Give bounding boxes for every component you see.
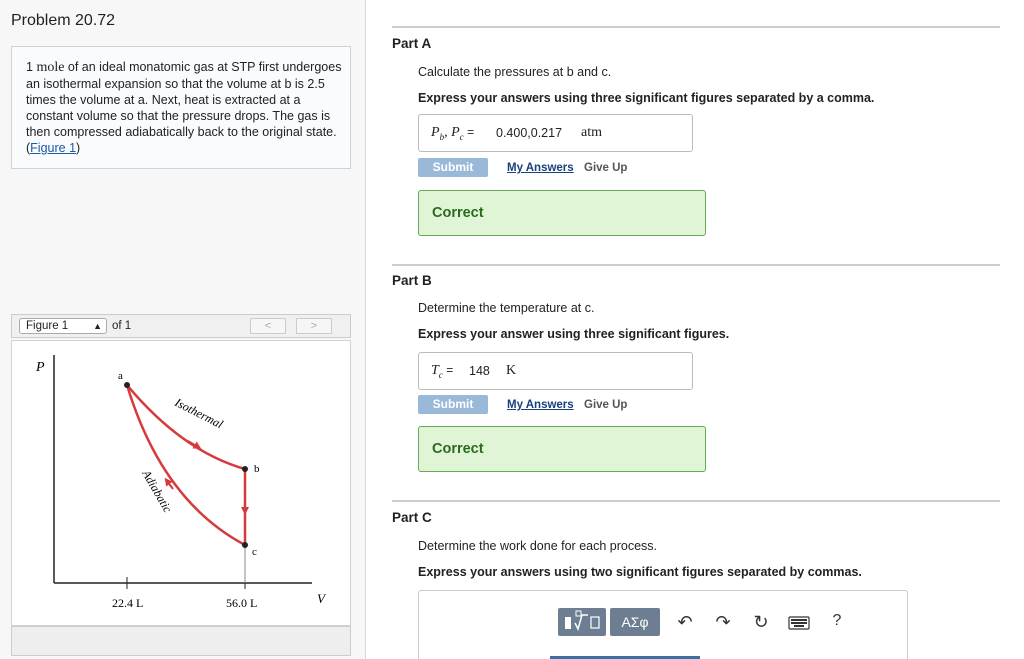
point-a	[124, 382, 130, 388]
figure-panel: P V a b c 22.4 L 56.0 L Isothermal Adiab…	[11, 340, 351, 626]
template-glyph	[565, 610, 600, 632]
problem-text-prefix: 1	[26, 60, 37, 74]
point-c	[242, 542, 248, 548]
part-a-instruction: Express your answers using three signifi…	[418, 91, 875, 105]
point-a-label: a	[118, 370, 123, 382]
help-button[interactable]: ?	[826, 612, 848, 630]
figure-prev-button[interactable]: <	[250, 318, 286, 334]
part-a-answer-field[interactable]: Pb, Pc = 0.400,0.217 atm	[418, 114, 693, 152]
keyboard-glyph	[788, 616, 810, 630]
part-a-label[interactable]: Part A	[392, 36, 431, 51]
figure-toolbar: Figure 1 ▲︎ of 1 < >	[11, 314, 351, 338]
part-b-divider	[392, 264, 1000, 266]
part-a-unit: atm	[581, 125, 602, 140]
part-b-my-answers-link[interactable]: My Answers	[507, 399, 574, 411]
tick-label-1: 22.4 L	[112, 596, 143, 610]
undo-icon[interactable]: ↶	[674, 612, 696, 633]
figure-footer	[11, 626, 351, 656]
problem-text-mole: mole	[36, 60, 65, 75]
part-a-give-up-link[interactable]: Give Up	[584, 162, 627, 174]
part-b-variable: Tc =	[431, 363, 454, 380]
part-a-question: Calculate the pressures at b and c.	[418, 65, 612, 79]
part-a-status-box: Correct	[418, 190, 706, 236]
problem-statement: 1 mole of an ideal monatomic gas at STP …	[26, 59, 346, 156]
tick-label-2: 56.0 L	[226, 596, 257, 610]
part-a-my-answers-link[interactable]: My Answers	[507, 162, 574, 174]
v-axis-label: V	[317, 591, 327, 606]
part-c-label[interactable]: Part C	[392, 510, 432, 525]
template-icon[interactable]	[558, 608, 606, 636]
figure-count: of 1	[112, 320, 132, 332]
figure-next-button[interactable]: >	[296, 318, 332, 334]
updown-arrow-icon: ▲︎	[93, 321, 102, 331]
isothermal-curve	[126, 384, 246, 471]
part-c-instruction: Express your answers using two significa…	[418, 565, 862, 579]
figure-select[interactable]: Figure 1 ▲︎	[19, 318, 107, 334]
problem-text-suffix: )	[76, 141, 81, 155]
point-b	[242, 466, 248, 472]
part-b-instruction: Express your answer using three signific…	[418, 327, 730, 341]
part-c-question: Determine the work done for each process…	[418, 539, 658, 553]
math-toolbar: ΑΣφ ↶ ↷ ↻ ?	[550, 604, 860, 644]
part-a-answer-value: 0.400,0.217	[496, 126, 563, 140]
pv-diagram: P V a b c 22.4 L 56.0 L Isothermal Adiab…	[35, 355, 327, 610]
point-c-label: c	[252, 546, 257, 558]
part-b-question: Determine the temperature at c.	[418, 301, 595, 315]
p-axis-label: P	[35, 360, 45, 375]
redo-icon[interactable]: ↷	[712, 612, 734, 633]
part-b-submit-button[interactable]: Submit	[418, 395, 488, 414]
reset-icon[interactable]: ↻	[750, 612, 772, 633]
part-a-variable: Pb, Pc =	[431, 125, 475, 142]
part-b-answer-field[interactable]: Tc = 148 K	[418, 352, 693, 390]
problem-title: Problem 20.72	[11, 12, 116, 29]
adiabatic-label: Adiabatic	[139, 467, 175, 516]
part-a-submit-button[interactable]: Submit	[418, 158, 488, 177]
problem-pane: Problem 20.72 1 mole of an ideal monatom…	[0, 0, 366, 659]
figure-select-value: Figure 1	[26, 320, 69, 332]
part-b-status-box: Correct	[418, 426, 706, 472]
point-b-label: b	[254, 463, 260, 475]
part-a-status: Correct	[432, 205, 484, 221]
part-b-answer-value: 148	[469, 364, 490, 378]
part-a-divider	[392, 26, 1000, 28]
figure-link[interactable]: Figure 1	[30, 141, 76, 155]
part-b-status: Correct	[432, 441, 484, 457]
part-b-unit: K	[506, 363, 517, 378]
keyboard-icon[interactable]	[788, 614, 810, 635]
isothermal-label: Isothermal	[172, 395, 226, 432]
part-b-label[interactable]: Part B	[392, 273, 432, 288]
part-b-give-up-link[interactable]: Give Up	[584, 399, 627, 411]
symbols-button[interactable]: ΑΣφ	[610, 608, 660, 636]
part-c-divider	[392, 500, 1000, 502]
problem-statement-box: 1 mole of an ideal monatomic gas at STP …	[11, 46, 351, 169]
